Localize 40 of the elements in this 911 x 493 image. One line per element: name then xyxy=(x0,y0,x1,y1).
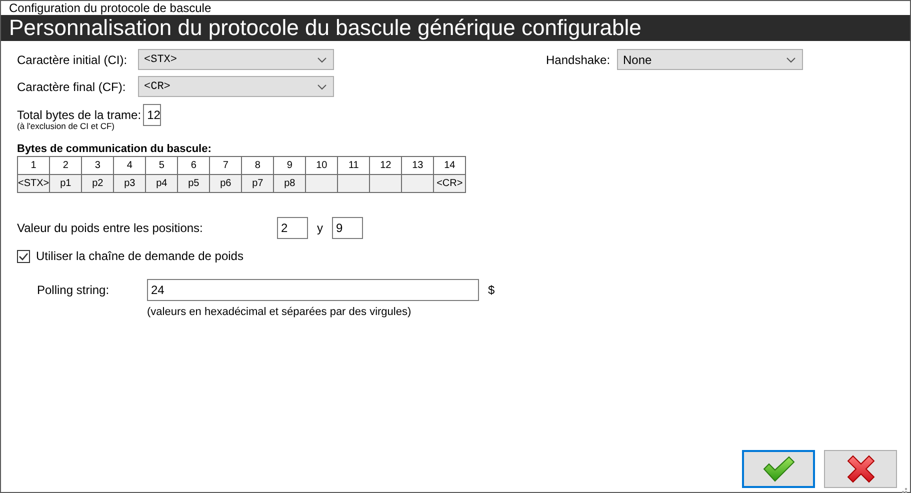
chevron-down-icon xyxy=(317,84,327,90)
chevron-down-icon xyxy=(786,56,796,62)
byte-cell: <STX> xyxy=(18,174,50,192)
byte-cell: p5 xyxy=(178,174,210,192)
input-field[interactable]: 24 xyxy=(147,279,479,301)
field-label: Valeur du poids entre les positions: xyxy=(17,221,204,235)
byte-cell: p2 xyxy=(82,174,114,192)
close-icon xyxy=(846,454,876,484)
checkbox-label: Utiliser la chaîne de demande de poids xyxy=(36,249,244,263)
chevron-down-icon xyxy=(317,56,327,62)
input-field[interactable]: 12 xyxy=(143,104,162,126)
unit-text: $ xyxy=(488,283,495,297)
window-title: Configuration du protocole de bascule xyxy=(9,1,212,15)
note-text: (à l'exclusion de CI et CF) xyxy=(17,121,116,131)
header-banner: Personnalisation du protocole du bascule générique configurable xyxy=(1,15,910,41)
hint-text: (valeurs en hexadécimal et séparées par des virgules) xyxy=(147,306,412,318)
separator-text: y xyxy=(317,221,323,235)
cancel-button[interactable] xyxy=(824,450,897,488)
field-label: Caractère initial (CI): xyxy=(17,52,128,66)
dropdown[interactable]: <CR> xyxy=(138,76,334,97)
section-title: Bytes de communication du bascule: xyxy=(17,143,212,155)
byte-cell: p8 xyxy=(274,174,306,192)
byte-cell: <CR> xyxy=(434,174,466,192)
field-label: Handshake: xyxy=(546,52,612,66)
byte-cell: p1 xyxy=(50,174,82,192)
dropdown[interactable]: None xyxy=(617,49,803,70)
position-cell: 1 xyxy=(18,156,50,174)
ok-button[interactable] xyxy=(742,450,815,488)
byte-cell: p3 xyxy=(114,174,146,192)
byte-cell: p4 xyxy=(146,174,178,192)
input-field[interactable]: 9 xyxy=(332,217,363,239)
field-label: Total bytes de la trame: xyxy=(17,108,142,122)
byte-cell: p6 xyxy=(210,174,242,192)
input-field[interactable]: 2 xyxy=(277,217,308,239)
byte-cell: p7 xyxy=(242,174,274,192)
checkbox[interactable] xyxy=(17,250,30,262)
checkmark-icon xyxy=(762,456,796,482)
dropdown[interactable]: <STX> xyxy=(138,49,334,70)
field-label: Polling string: xyxy=(37,283,110,297)
field-label: Caractère final (CF): xyxy=(17,80,127,94)
